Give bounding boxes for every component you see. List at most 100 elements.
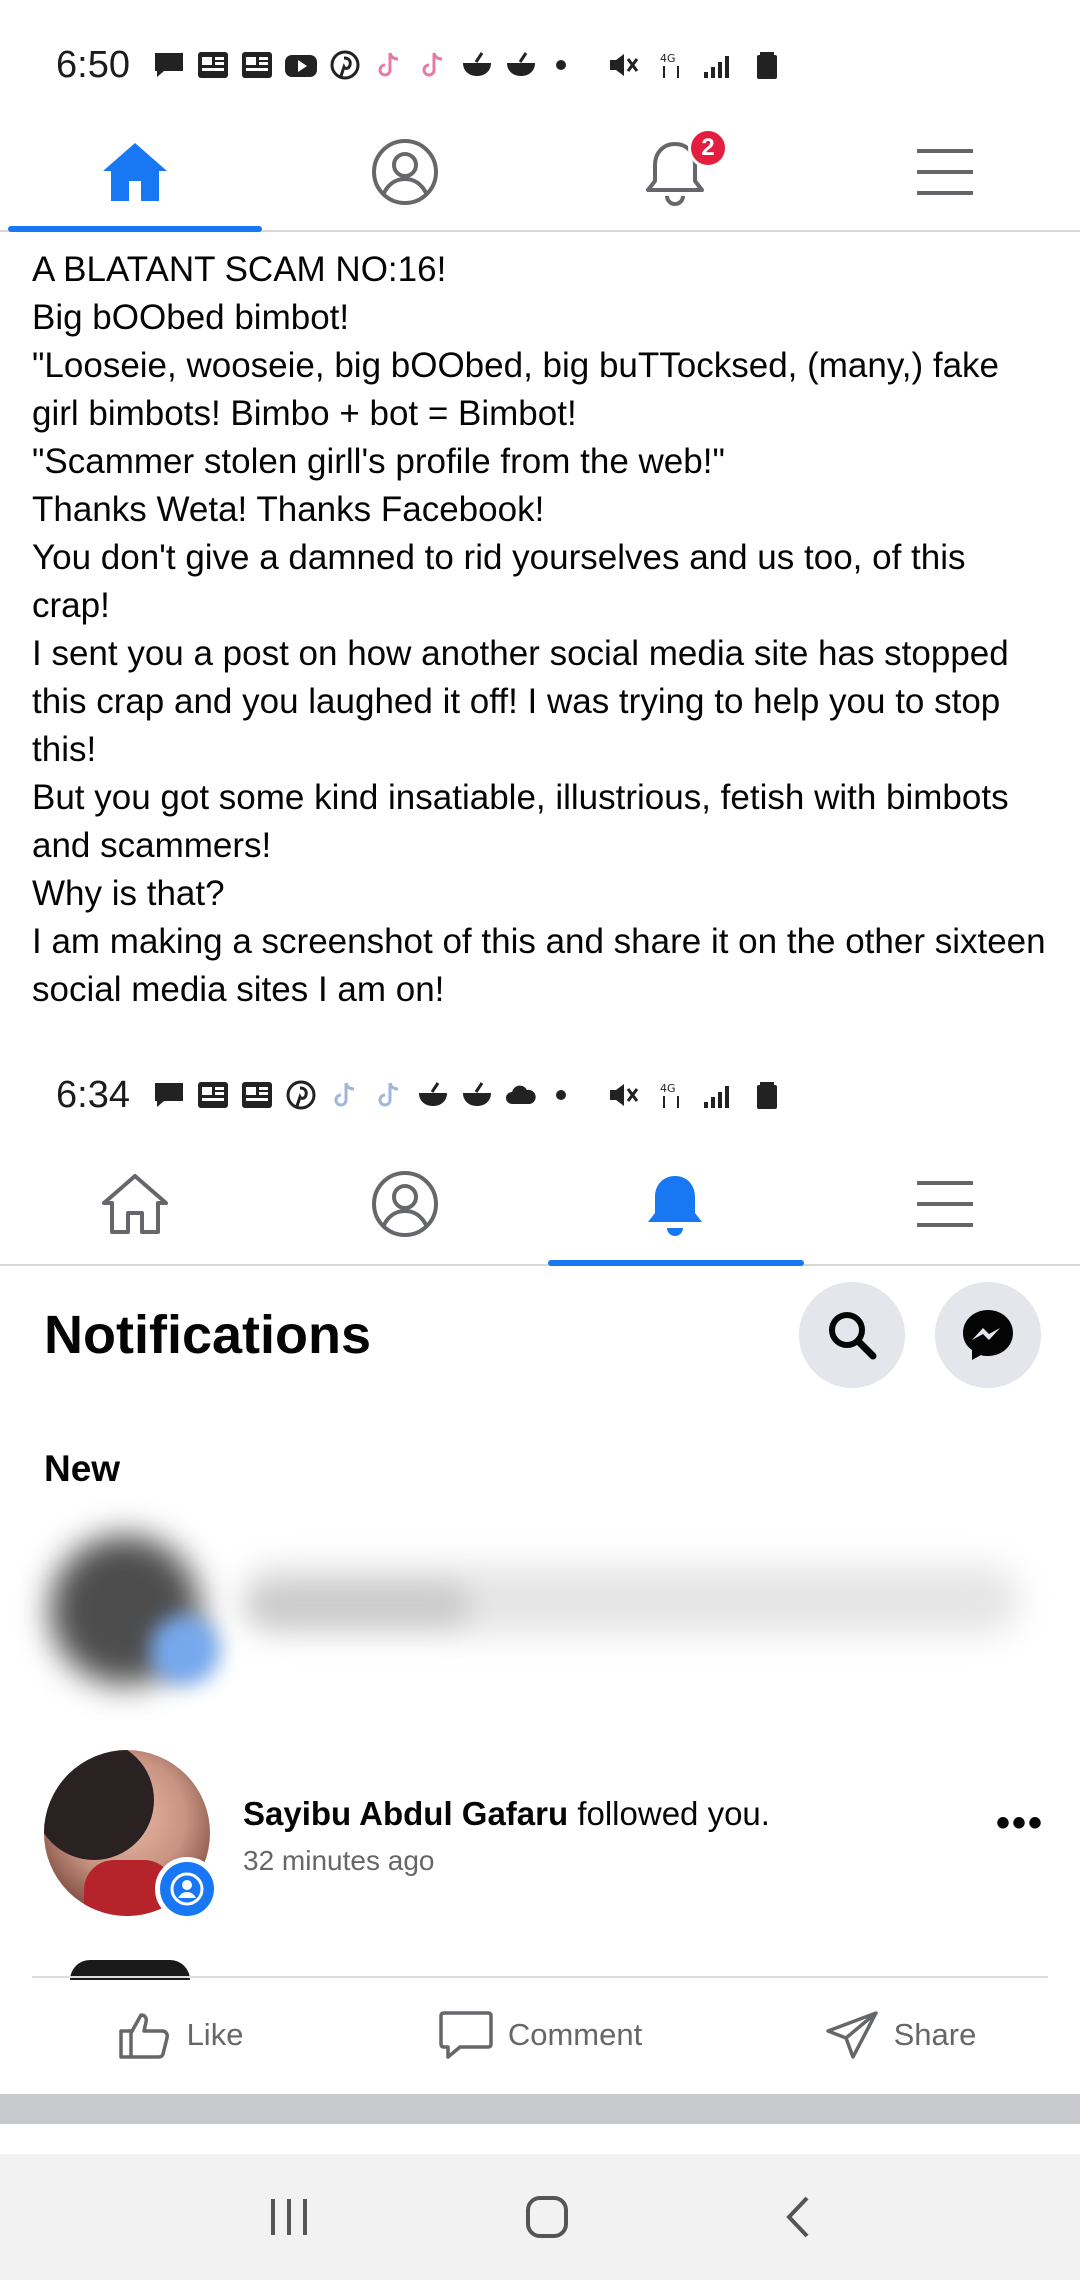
share-label: Share [893, 2017, 977, 2052]
redacted-notification [30, 1505, 1060, 1705]
notification-action: followed you. [568, 1795, 770, 1832]
divider [32, 1976, 1048, 1978]
home-icon [103, 143, 167, 201]
post-line: Big bOObed bimbot! [32, 298, 350, 337]
redacted-badge [150, 1615, 220, 1685]
status-time: 6:50 [56, 43, 130, 86]
post-actions: Like Comment Share [0, 1980, 1080, 2090]
data-4g-icon: 4G [660, 1082, 679, 1108]
search-icon [829, 1312, 877, 1360]
like-button[interactable]: Like [0, 1980, 360, 2090]
tab-menu[interactable] [810, 112, 1080, 232]
comment-label: Comment [507, 2017, 643, 2052]
svg-text:4G: 4G [660, 1082, 676, 1095]
bowl-icon [418, 1082, 447, 1106]
tiktok-icon [378, 52, 399, 77]
active-tab-indicator [8, 226, 262, 232]
embedded-status-bar: 6:34 4G [0, 1040, 1080, 1150]
pinterest-icon [286, 1080, 316, 1110]
tab-notifications[interactable] [540, 1144, 810, 1264]
status-notification-icons [152, 1080, 566, 1110]
status-system-icons: 4G [606, 50, 784, 80]
tab-profile[interactable] [270, 1144, 540, 1264]
section-heading-new: New [44, 1448, 121, 1489]
follow-badge [155, 1857, 219, 1921]
more-dot-icon [555, 1090, 566, 1100]
home-icon [102, 1174, 168, 1234]
notification-text: Sayibu Abdul Gafaru followed you. [243, 1795, 770, 1833]
bowl-icon [462, 52, 491, 76]
tab-menu[interactable] [810, 1144, 1080, 1264]
more-dot-icon [555, 60, 566, 70]
tab-home[interactable] [0, 1144, 270, 1264]
post-body: A BLATANT SCAM NO:16! Big bOObed bimbot!… [32, 246, 1048, 1014]
comment-icon [439, 2011, 493, 2059]
tab-profile[interactable] [270, 112, 540, 232]
separator [0, 2094, 1080, 2124]
cloud-icon [505, 1085, 536, 1104]
recent-apps-icon[interactable] [267, 2197, 311, 2237]
like-icon [118, 2013, 169, 2059]
comment-button[interactable]: Comment [360, 1980, 720, 2090]
tab-notifications[interactable]: 2 [540, 112, 810, 232]
news-icon [197, 52, 228, 78]
back-icon[interactable] [783, 2194, 813, 2240]
battery-icon [756, 1082, 777, 1109]
notification-item[interactable]: Sayibu Abdul Gafaru followed you. 32 min… [0, 1745, 1080, 1925]
notification-time: 32 minutes ago [243, 1845, 435, 1876]
message-icon [154, 1083, 183, 1107]
tiktok-icon [422, 52, 443, 77]
bell-icon [648, 1176, 702, 1236]
battery-icon [756, 52, 777, 79]
news-icon [241, 1082, 272, 1108]
post-line: Why is that? [32, 874, 225, 913]
post-line: "Scammer stolen girll's profile from the… [32, 442, 725, 481]
post-line: But you got some kind insatiable, illust… [32, 778, 1009, 865]
post-line: I am making a screenshot of this and sha… [32, 922, 1046, 1009]
page-title: Notifications [44, 1305, 372, 1365]
signal-icon [703, 1086, 729, 1108]
post-line: "Looseie, wooseie, big bOObed, big buTTo… [32, 346, 1000, 433]
youtube-icon [284, 55, 317, 77]
like-label: Like [186, 2017, 244, 2052]
post-line: You don't give a damned to rid yourselve… [32, 538, 966, 625]
top-nav-bar: 2 [0, 112, 1080, 232]
profile-icon [372, 1171, 438, 1237]
share-icon [825, 2011, 878, 2059]
bowl-icon [462, 1082, 491, 1106]
tiktok-icon [334, 1082, 355, 1107]
profile-icon [372, 139, 438, 205]
news-icon [241, 52, 272, 78]
message-icon [154, 53, 183, 77]
active-tab-indicator [548, 1260, 804, 1266]
news-icon [197, 1082, 228, 1108]
menu-icon [917, 149, 973, 195]
mute-icon [609, 54, 639, 76]
svg-text:4G: 4G [660, 52, 676, 65]
status-system-icons: 4G [606, 1080, 784, 1110]
notifications-header: Notifications [0, 1270, 1080, 1400]
redacted-text [250, 1585, 470, 1625]
status-time: 6:34 [56, 1073, 130, 1116]
notification-badge: 2 [688, 128, 728, 168]
mute-icon [609, 1084, 639, 1106]
post-line: A BLATANT SCAM NO:16! [32, 250, 447, 289]
system-nav-bar [0, 2154, 1080, 2280]
bowl-icon [506, 52, 535, 76]
pinterest-icon [330, 50, 360, 80]
share-button[interactable]: Share [720, 1980, 1080, 2090]
status-bar: 6:50 4G [0, 10, 1080, 120]
home-button-icon[interactable] [524, 2194, 570, 2240]
more-options-button[interactable]: ••• [996, 1801, 1044, 1846]
embedded-nav-bar [0, 1144, 1080, 1266]
notification-actor: Sayibu Abdul Gafaru [243, 1795, 569, 1832]
search-button[interactable] [799, 1282, 905, 1388]
tab-home[interactable] [0, 112, 270, 232]
post-line: I sent you a post on how another social … [32, 634, 1009, 769]
tiktok-icon [378, 1082, 399, 1107]
messenger-button[interactable] [935, 1282, 1041, 1388]
person-icon [170, 1872, 204, 1906]
menu-icon [917, 1181, 973, 1227]
data-4g-icon: 4G [660, 52, 679, 78]
post-line: Thanks Weta! Thanks Facebook! [32, 490, 545, 529]
